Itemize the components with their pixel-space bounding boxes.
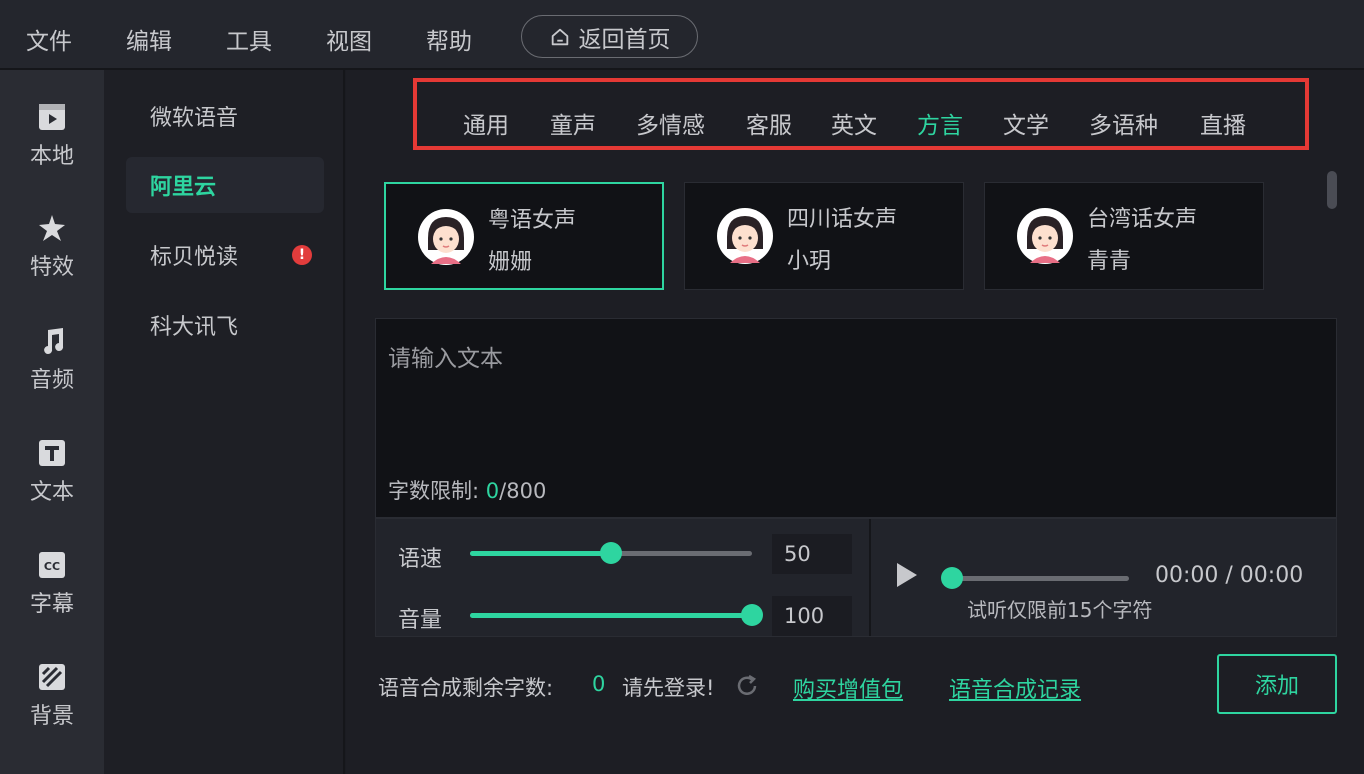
tab-child-voice[interactable]: 童声 — [550, 106, 596, 140]
text-input-area[interactable]: 请输入文本 字数限制: 0/800 — [375, 318, 1337, 518]
menu-view[interactable]: 视图 — [326, 22, 372, 56]
char-limit-count: 0 — [485, 479, 500, 503]
provider-biaobei[interactable]: 标贝悦读! — [126, 227, 324, 283]
preview-progress-thumb[interactable] — [941, 567, 963, 589]
menu-file[interactable]: 文件 — [26, 22, 72, 56]
back-home-label: 返回首页 — [578, 26, 671, 53]
speed-slider-thumb[interactable] — [600, 542, 622, 564]
voice-sub: 姗姗 — [488, 250, 533, 275]
nav-item-audio[interactable]: 音频 — [0, 326, 104, 394]
menu-help[interactable]: 帮助 — [426, 22, 472, 56]
volume-slider-fill — [470, 613, 752, 618]
nav-item-subtitle[interactable]: CC 字幕 — [0, 550, 104, 618]
effects-star-icon — [39, 215, 65, 241]
login-prompt: 请先登录! — [622, 676, 715, 700]
speed-value[interactable]: 50 — [772, 534, 852, 574]
menu-tools[interactable]: 工具 — [226, 22, 272, 56]
nav-item-effects[interactable]: 特效 — [0, 213, 104, 281]
provider-label: 标贝悦读 — [150, 245, 239, 270]
nav-label-local: 本地 — [29, 144, 74, 169]
remaining-label: 语音合成剩余字数: — [378, 676, 554, 700]
tab-general[interactable]: 通用 — [463, 106, 509, 140]
back-home-button[interactable]: 返回首页 — [521, 15, 698, 58]
svg-text:CC: CC — [44, 560, 60, 573]
provider-aliyun[interactable]: 阿里云 — [126, 157, 324, 213]
play-icon[interactable] — [895, 561, 919, 589]
controls-panel: 语速 50 音量 100 00:00 / 00:00 试听仅限前15个字符 — [375, 518, 1337, 637]
text-t-icon — [39, 440, 65, 466]
left-nav: 本地 特效 音频 文本 CC 字幕 背景 — [0, 70, 104, 774]
voice-card-cantonese[interactable]: 粤语女声 姗姗 — [384, 182, 664, 290]
female-avatar-icon — [418, 209, 474, 265]
provider-label: 科大讯飞 — [150, 315, 239, 340]
volume-slider-thumb[interactable] — [741, 604, 763, 626]
female-avatar-icon — [717, 208, 773, 264]
nav-label-audio: 音频 — [29, 368, 74, 393]
remaining-count: 0 — [592, 672, 606, 696]
speed-slider[interactable] — [470, 542, 752, 564]
volume-slider[interactable] — [470, 604, 763, 626]
voice-card-taiwanese[interactable]: 台湾话女声 青青 — [984, 182, 1264, 290]
preview-note: 试听仅限前15个字符 — [967, 598, 1153, 622]
voice-card-sichuan[interactable]: 四川话女声 小玥 — [684, 182, 964, 290]
background-icon — [39, 664, 65, 690]
nav-item-background[interactable]: 背景 — [0, 662, 104, 730]
music-note-icon — [44, 328, 64, 354]
tab-english[interactable]: 英文 — [831, 106, 877, 140]
nav-label-text: 文本 — [29, 480, 74, 505]
preview-player: 00:00 / 00:00 试听仅限前15个字符 — [873, 519, 1336, 636]
nav-label-effects: 特效 — [29, 255, 74, 280]
nav-item-local[interactable]: 本地 — [0, 102, 104, 170]
voice-name: 台湾话女声 — [1087, 207, 1198, 232]
speed-slider-fill — [470, 551, 611, 556]
preview-time: 00:00 / 00:00 — [1155, 563, 1304, 588]
tab-live[interactable]: 直播 — [1200, 106, 1246, 140]
tab-literature[interactable]: 文学 — [1003, 106, 1049, 140]
main-panel: 通用 童声 多情感 客服 英文 方言 文学 多语种 直播 粤语女声 姗姗 四川话… — [346, 70, 1364, 774]
voice-name: 四川话女声 — [787, 207, 898, 232]
tab-multilingual[interactable]: 多语种 — [1089, 106, 1158, 140]
preview-progress[interactable] — [941, 567, 1129, 589]
provider-label: 微软语音 — [150, 106, 239, 131]
scrollbar-thumb[interactable] — [1327, 171, 1337, 209]
provider-microsoft[interactable]: 微软语音 — [126, 88, 324, 144]
menu-edit[interactable]: 编辑 — [126, 22, 172, 56]
home-icon — [551, 28, 568, 45]
alert-badge: ! — [292, 245, 312, 265]
add-button[interactable]: 添加 — [1217, 654, 1337, 714]
buy-package-link[interactable]: 购买增值包 — [793, 672, 903, 704]
voice-sub: 小玥 — [787, 249, 832, 274]
speed-label: 语速 — [398, 547, 443, 572]
voice-name: 粤语女声 — [488, 208, 577, 233]
media-icon — [39, 104, 65, 130]
female-avatar-icon — [1017, 208, 1073, 264]
cc-icon: CC — [39, 552, 65, 578]
volume-label: 音量 — [398, 608, 443, 633]
provider-list: 微软语音 阿里云 标贝悦读! 科大讯飞 — [104, 70, 345, 774]
tab-emotional[interactable]: 多情感 — [636, 106, 705, 140]
volume-value[interactable]: 100 — [772, 596, 852, 636]
provider-label: 阿里云 — [150, 175, 217, 200]
text-placeholder: 请输入文本 — [388, 346, 503, 372]
char-limit: 字数限制: 0/800 — [388, 475, 546, 505]
menu-bar: 文件 编辑 工具 视图 帮助 返回首页 — [0, 0, 1364, 70]
nav-item-text[interactable]: 文本 — [0, 438, 104, 506]
slider-group: 语速 50 音量 100 — [376, 519, 871, 636]
synthesis-history-link[interactable]: 语音合成记录 — [949, 672, 1081, 704]
char-limit-label: 字数限制: — [388, 479, 486, 503]
nav-label-subtitle: 字幕 — [29, 592, 74, 617]
tab-dialect[interactable]: 方言 — [917, 106, 963, 140]
refresh-icon[interactable] — [734, 673, 760, 699]
char-limit-max: /800 — [499, 479, 547, 503]
voice-sub: 青青 — [1087, 249, 1132, 274]
provider-iflytek[interactable]: 科大讯飞 — [126, 297, 324, 353]
nav-label-background: 背景 — [29, 704, 74, 729]
tab-customer-service[interactable]: 客服 — [746, 106, 792, 140]
